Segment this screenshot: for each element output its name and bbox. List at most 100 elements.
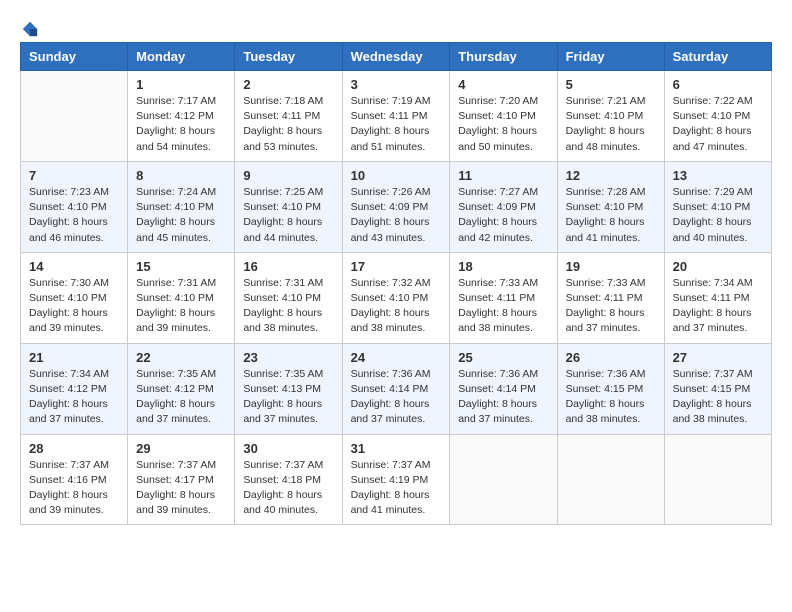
day-info: Sunrise: 7:20 AM Sunset: 4:10 PM Dayligh… — [458, 94, 548, 155]
day-number: 7 — [29, 168, 119, 183]
day-number: 26 — [566, 350, 656, 365]
day-info: Sunrise: 7:31 AM Sunset: 4:10 PM Dayligh… — [243, 276, 333, 337]
day-number: 15 — [136, 259, 226, 274]
day-info: Sunrise: 7:33 AM Sunset: 4:11 PM Dayligh… — [566, 276, 656, 337]
calendar-week-row: 14 Sunrise: 7:30 AM Sunset: 4:10 PM Dayli… — [21, 252, 772, 343]
day-info: Sunrise: 7:34 AM Sunset: 4:11 PM Dayligh… — [673, 276, 763, 337]
weekday-header: Thursday — [450, 43, 557, 71]
calendar-cell: 16 Sunrise: 7:31 AM Sunset: 4:10 PM Dayli… — [235, 252, 342, 343]
calendar-cell: 5 Sunrise: 7:21 AM Sunset: 4:10 PM Daylig… — [557, 71, 664, 162]
day-number: 12 — [566, 168, 656, 183]
calendar-cell — [557, 434, 664, 525]
calendar-cell: 19Sunrise: 7:33 AM Sunset: 4:11 PM Dayli… — [557, 252, 664, 343]
day-info: Sunrise: 7:34 AM Sunset: 4:12 PM Dayligh… — [29, 367, 119, 428]
day-number: 28 — [29, 441, 119, 456]
day-info: Sunrise: 7:37 AM Sunset: 4:15 PM Dayligh… — [673, 367, 763, 428]
day-number: 20 — [673, 259, 763, 274]
day-info: Sunrise: 7:29 AM Sunset: 4:10 PM Dayligh… — [673, 185, 763, 246]
day-number: 8 — [136, 168, 226, 183]
day-number: 14 — [29, 259, 119, 274]
weekday-header: Monday — [128, 43, 235, 71]
day-info: Sunrise: 7:27 AM Sunset: 4:09 PM Dayligh… — [458, 185, 548, 246]
day-number: 5 — [566, 77, 656, 92]
day-number: 6 — [673, 77, 763, 92]
weekday-header: Sunday — [21, 43, 128, 71]
day-info: Sunrise: 7:35 AM Sunset: 4:13 PM Dayligh… — [243, 367, 333, 428]
day-number: 18 — [458, 259, 548, 274]
day-info: Sunrise: 7:17 AM Sunset: 4:12 PM Dayligh… — [136, 94, 226, 155]
day-info: Sunrise: 7:33 AM Sunset: 4:11 PM Dayligh… — [458, 276, 548, 337]
calendar-cell: 29 Sunrise: 7:37 AM Sunset: 4:17 PM Dayli… — [128, 434, 235, 525]
calendar-cell: 21 Sunrise: 7:34 AM Sunset: 4:12 PM Dayli… — [21, 343, 128, 434]
day-info: Sunrise: 7:26 AM Sunset: 4:09 PM Dayligh… — [351, 185, 442, 246]
calendar-cell: 20 Sunrise: 7:34 AM Sunset: 4:11 PM Dayli… — [664, 252, 771, 343]
calendar-cell: 24Sunrise: 7:36 AM Sunset: 4:14 PM Dayli… — [342, 343, 450, 434]
calendar-week-row: 21 Sunrise: 7:34 AM Sunset: 4:12 PM Dayli… — [21, 343, 772, 434]
day-number: 3 — [351, 77, 442, 92]
calendar-cell: 11 Sunrise: 7:27 AM Sunset: 4:09 PM Dayli… — [450, 161, 557, 252]
day-info: Sunrise: 7:18 AM Sunset: 4:11 PM Dayligh… — [243, 94, 333, 155]
weekday-header: Tuesday — [235, 43, 342, 71]
day-info: Sunrise: 7:30 AM Sunset: 4:10 PM Dayligh… — [29, 276, 119, 337]
day-info: Sunrise: 7:36 AM Sunset: 4:14 PM Dayligh… — [351, 367, 442, 428]
day-number: 22 — [136, 350, 226, 365]
logo — [20, 20, 39, 32]
calendar-cell: 18 Sunrise: 7:33 AM Sunset: 4:11 PM Dayli… — [450, 252, 557, 343]
day-number: 1 — [136, 77, 226, 92]
calendar-cell: 27 Sunrise: 7:37 AM Sunset: 4:15 PM Dayli… — [664, 343, 771, 434]
day-info: Sunrise: 7:28 AM Sunset: 4:10 PM Dayligh… — [566, 185, 656, 246]
day-number: 29 — [136, 441, 226, 456]
calendar-cell: 4 Sunrise: 7:20 AM Sunset: 4:10 PM Daylig… — [450, 71, 557, 162]
calendar-cell: 9 Sunrise: 7:25 AM Sunset: 4:10 PM Daylig… — [235, 161, 342, 252]
page-header — [20, 20, 772, 32]
day-number: 4 — [458, 77, 548, 92]
calendar-header-row: SundayMondayTuesdayWednesdayThursdayFrid… — [21, 43, 772, 71]
day-info: Sunrise: 7:36 AM Sunset: 4:15 PM Dayligh… — [566, 367, 656, 428]
day-number: 13 — [673, 168, 763, 183]
day-number: 9 — [243, 168, 333, 183]
day-info: Sunrise: 7:37 AM Sunset: 4:16 PM Dayligh… — [29, 458, 119, 519]
day-number: 2 — [243, 77, 333, 92]
calendar-week-row: 1 Sunrise: 7:17 AM Sunset: 4:12 PM Daylig… — [21, 71, 772, 162]
day-number: 30 — [243, 441, 333, 456]
day-number: 23 — [243, 350, 333, 365]
day-info: Sunrise: 7:25 AM Sunset: 4:10 PM Dayligh… — [243, 185, 333, 246]
day-number: 31 — [351, 441, 442, 456]
calendar-cell: 6Sunrise: 7:22 AM Sunset: 4:10 PM Daylig… — [664, 71, 771, 162]
day-info: Sunrise: 7:37 AM Sunset: 4:19 PM Dayligh… — [351, 458, 442, 519]
calendar-cell: 10Sunrise: 7:26 AM Sunset: 4:09 PM Dayli… — [342, 161, 450, 252]
day-number: 27 — [673, 350, 763, 365]
calendar-cell: 3 Sunrise: 7:19 AM Sunset: 4:11 PM Daylig… — [342, 71, 450, 162]
day-number: 21 — [29, 350, 119, 365]
calendar-body: 1 Sunrise: 7:17 AM Sunset: 4:12 PM Daylig… — [21, 71, 772, 525]
weekday-header: Wednesday — [342, 43, 450, 71]
weekday-header: Friday — [557, 43, 664, 71]
calendar-cell: 12 Sunrise: 7:28 AM Sunset: 4:10 PM Dayli… — [557, 161, 664, 252]
day-number: 16 — [243, 259, 333, 274]
calendar-cell: 31 Sunrise: 7:37 AM Sunset: 4:19 PM Dayli… — [342, 434, 450, 525]
calendar-cell — [21, 71, 128, 162]
weekday-header: Saturday — [664, 43, 771, 71]
calendar-cell: 30Sunrise: 7:37 AM Sunset: 4:18 PM Dayli… — [235, 434, 342, 525]
logo-icon — [21, 20, 39, 38]
day-info: Sunrise: 7:21 AM Sunset: 4:10 PM Dayligh… — [566, 94, 656, 155]
day-number: 11 — [458, 168, 548, 183]
calendar-cell — [664, 434, 771, 525]
day-info: Sunrise: 7:24 AM Sunset: 4:10 PM Dayligh… — [136, 185, 226, 246]
calendar-cell: 23 Sunrise: 7:35 AM Sunset: 4:13 PM Dayli… — [235, 343, 342, 434]
day-info: Sunrise: 7:36 AM Sunset: 4:14 PM Dayligh… — [458, 367, 548, 428]
calendar-cell: 7Sunrise: 7:23 AM Sunset: 4:10 PM Daylig… — [21, 161, 128, 252]
calendar-cell: 28 Sunrise: 7:37 AM Sunset: 4:16 PM Dayli… — [21, 434, 128, 525]
day-info: Sunrise: 7:32 AM Sunset: 4:10 PM Dayligh… — [351, 276, 442, 337]
calendar-week-row: 7Sunrise: 7:23 AM Sunset: 4:10 PM Daylig… — [21, 161, 772, 252]
day-info: Sunrise: 7:19 AM Sunset: 4:11 PM Dayligh… — [351, 94, 442, 155]
day-number: 25 — [458, 350, 548, 365]
calendar-week-row: 28 Sunrise: 7:37 AM Sunset: 4:16 PM Dayli… — [21, 434, 772, 525]
calendar-cell: 1 Sunrise: 7:17 AM Sunset: 4:12 PM Daylig… — [128, 71, 235, 162]
calendar-cell: 17Sunrise: 7:32 AM Sunset: 4:10 PM Dayli… — [342, 252, 450, 343]
calendar-cell: 15 Sunrise: 7:31 AM Sunset: 4:10 PM Dayli… — [128, 252, 235, 343]
day-info: Sunrise: 7:37 AM Sunset: 4:17 PM Dayligh… — [136, 458, 226, 519]
calendar-cell: 8 Sunrise: 7:24 AM Sunset: 4:10 PM Daylig… — [128, 161, 235, 252]
day-info: Sunrise: 7:31 AM Sunset: 4:10 PM Dayligh… — [136, 276, 226, 337]
day-info: Sunrise: 7:35 AM Sunset: 4:12 PM Dayligh… — [136, 367, 226, 428]
